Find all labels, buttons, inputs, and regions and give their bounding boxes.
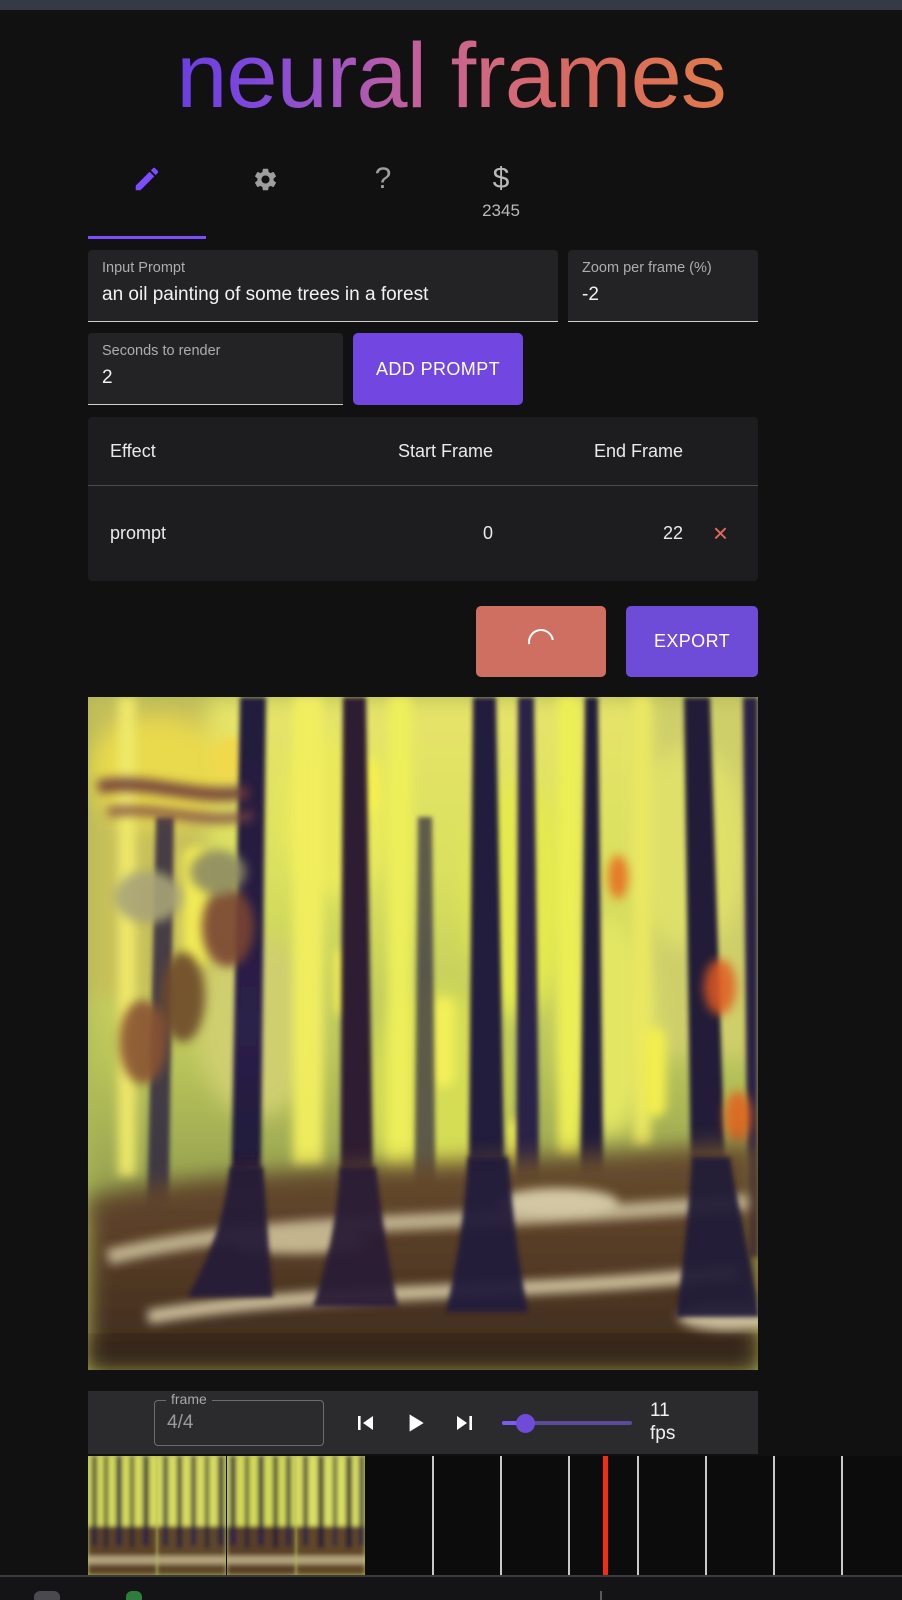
fps-slider[interactable] bbox=[502, 1413, 632, 1433]
input-prompt-field[interactable]: Input Prompt an oil painting of some tre… bbox=[88, 250, 558, 322]
playback-controls: frame 4/4 11 fps bbox=[88, 1391, 758, 1454]
tab-settings[interactable] bbox=[206, 158, 324, 220]
thumbnail-frame bbox=[88, 1456, 157, 1575]
list-item[interactable] bbox=[88, 1456, 157, 1575]
export-button[interactable]: EXPORT bbox=[626, 606, 758, 677]
timeline-divider bbox=[773, 1456, 775, 1575]
fps-value: 11 bbox=[650, 1400, 670, 1422]
fps-unit: fps bbox=[650, 1422, 676, 1444]
credits-amount: 2345 bbox=[482, 201, 520, 220]
tab-help[interactable]: ? bbox=[324, 158, 442, 220]
frame-input-value: 4/4 bbox=[167, 1411, 194, 1433]
taskbar-item[interactable] bbox=[600, 1591, 602, 1600]
timeline-divider bbox=[500, 1456, 502, 1575]
taskbar-item[interactable] bbox=[34, 1591, 60, 1600]
transport-controls bbox=[354, 1410, 476, 1436]
timeline-divider bbox=[705, 1456, 707, 1575]
delete-row-icon[interactable]: × bbox=[713, 520, 728, 546]
zoom-per-frame-field[interactable]: Zoom per frame (%) -2 bbox=[568, 250, 758, 322]
cell-start-frame: 0 bbox=[482, 522, 493, 543]
effects-table: Effect Start Frame End Frame prompt 0 22… bbox=[88, 417, 758, 581]
generated-artwork bbox=[88, 697, 758, 1370]
timeline-divider bbox=[432, 1456, 434, 1575]
cell-actions: × bbox=[683, 520, 758, 546]
timeline-playhead[interactable] bbox=[603, 1456, 608, 1575]
frame-input[interactable]: frame 4/4 bbox=[154, 1391, 324, 1446]
table-row: prompt 0 22 × bbox=[88, 486, 758, 580]
thumbnail-frame bbox=[295, 1456, 365, 1575]
pencil-icon bbox=[132, 158, 162, 200]
column-header-start-frame: Start Frame bbox=[397, 440, 493, 461]
tab-editor[interactable] bbox=[88, 158, 206, 220]
dollar-icon: $ bbox=[493, 158, 510, 200]
dollar-glyph: $ bbox=[492, 162, 510, 195]
skip-to-start-icon[interactable] bbox=[354, 1411, 378, 1435]
timeline-divider bbox=[841, 1456, 843, 1575]
thumbnail-frame bbox=[157, 1456, 227, 1575]
seconds-to-render-value: 2 bbox=[102, 367, 113, 389]
timeline-thumbnails[interactable] bbox=[88, 1456, 365, 1575]
brand-header: neural frames bbox=[0, 16, 902, 136]
timeline[interactable] bbox=[88, 1456, 902, 1575]
table-header-row: Effect Start Frame End Frame bbox=[88, 417, 758, 486]
tab-bar: ? $ 2345 bbox=[88, 158, 763, 239]
input-prompt-label: Input Prompt bbox=[102, 260, 186, 276]
input-prompt-value: an oil painting of some trees in a fores… bbox=[102, 284, 429, 306]
seconds-to-render-label: Seconds to render bbox=[102, 343, 221, 359]
app-title: neural frames bbox=[176, 25, 726, 127]
tab-credits[interactable]: $ 2345 bbox=[442, 158, 560, 220]
gear-icon bbox=[252, 158, 279, 200]
taskbar-item[interactable] bbox=[126, 1591, 142, 1600]
render-button[interactable] bbox=[476, 606, 606, 677]
loading-spinner-icon bbox=[522, 623, 560, 660]
video-preview[interactable] bbox=[88, 697, 758, 1370]
list-item[interactable] bbox=[226, 1456, 296, 1575]
zoom-per-frame-label: Zoom per frame (%) bbox=[582, 260, 712, 276]
frame-input-label: frame bbox=[166, 1391, 212, 1406]
add-prompt-button[interactable]: ADD PROMPT bbox=[353, 333, 523, 405]
fps-slider-thumb[interactable] bbox=[516, 1413, 535, 1433]
timeline-divider bbox=[637, 1456, 639, 1575]
column-header-effect: Effect bbox=[110, 440, 156, 461]
fps-readout: 11 fps bbox=[650, 1400, 675, 1445]
play-icon[interactable] bbox=[402, 1410, 428, 1436]
seconds-to-render-field[interactable]: Seconds to render 2 bbox=[88, 333, 343, 405]
browser-chrome-bar bbox=[0, 0, 902, 10]
cell-effect: prompt bbox=[110, 522, 167, 543]
list-item[interactable] bbox=[157, 1456, 227, 1575]
question-mark-glyph: ? bbox=[374, 162, 392, 195]
list-item[interactable] bbox=[295, 1456, 365, 1575]
zoom-per-frame-value: -2 bbox=[582, 284, 599, 306]
app-root: neural frames ? $ 2345 Input Prompt an o… bbox=[0, 0, 902, 1600]
skip-to-end-icon[interactable] bbox=[452, 1411, 476, 1435]
thumbnail-frame bbox=[226, 1456, 296, 1575]
question-mark-icon: ? bbox=[375, 158, 392, 200]
active-tab-indicator bbox=[88, 236, 206, 239]
column-header-end-frame: End Frame bbox=[593, 440, 683, 461]
timeline-divider bbox=[568, 1456, 570, 1575]
cell-end-frame: 22 bbox=[662, 522, 683, 543]
